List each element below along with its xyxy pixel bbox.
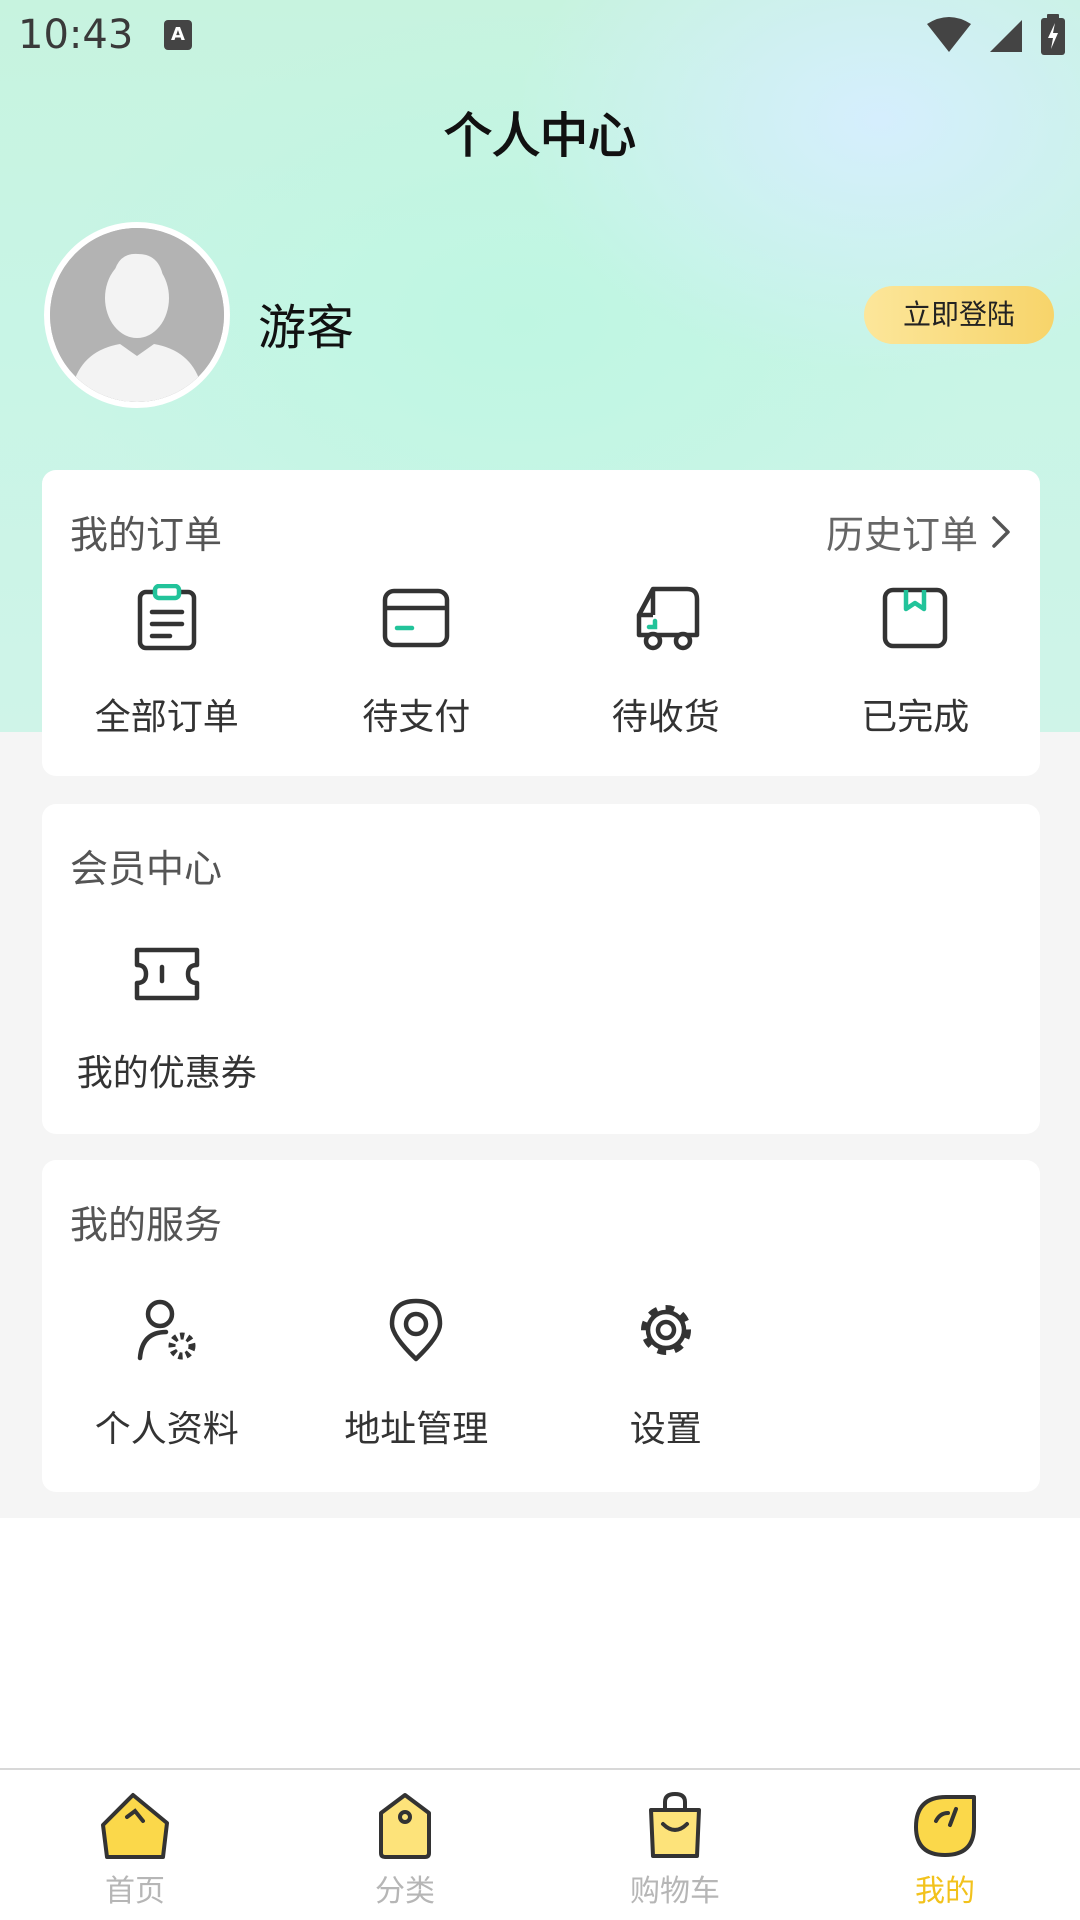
order-pending-receipt-button[interactable]: 待收货 [541, 582, 791, 740]
signal-icon [990, 20, 1022, 52]
keyboard-indicator-icon: A [164, 20, 192, 50]
gear-icon [630, 1294, 702, 1366]
coupons-label: 我的优惠券 [76, 1053, 257, 1094]
box-icon [879, 582, 951, 654]
profile-icon [907, 1790, 983, 1862]
order-pending-payment-label: 待支付 [362, 697, 471, 738]
tab-mine-label: 我的 [915, 1874, 975, 1909]
member-card: 会员中心 我的优惠券 [42, 804, 1040, 1134]
settings-label: 设置 [629, 1409, 702, 1450]
truck-icon [630, 582, 702, 654]
card-icon [380, 582, 452, 654]
page-title: 个人中心 [443, 108, 636, 164]
order-pending-payment-button[interactable]: 待支付 [292, 582, 542, 740]
avatar[interactable] [44, 222, 230, 408]
user-settings-icon [131, 1294, 203, 1366]
tab-cart-label: 购物车 [630, 1874, 720, 1909]
wifi-icon [927, 17, 971, 52]
tab-mine[interactable]: 我的 [810, 1770, 1080, 1920]
tab-cart[interactable]: 购物车 [540, 1770, 810, 1920]
history-orders-label: 历史订单 [825, 513, 978, 557]
bag-icon [637, 1790, 713, 1862]
orders-title: 我的订单 [70, 513, 223, 557]
order-completed-label: 已完成 [861, 697, 970, 738]
status-time: 10:43 [18, 12, 134, 58]
home-icon [97, 1790, 173, 1862]
tab-category[interactable]: 分类 [270, 1770, 540, 1920]
tag-icon [367, 1790, 443, 1862]
address-management-button[interactable]: 地址管理 [292, 1294, 542, 1452]
coupons-button[interactable]: 我的优惠券 [42, 938, 292, 1096]
status-icons [926, 14, 1066, 56]
status-bar: 10:43 A [0, 0, 1080, 72]
order-completed-button[interactable]: 已完成 [791, 582, 1041, 740]
address-management-label: 地址管理 [344, 1409, 489, 1450]
tab-home[interactable]: 首页 [0, 1770, 270, 1920]
location-icon [380, 1294, 452, 1366]
services-card: 我的服务 个人资料 地址管理 设置 [42, 1160, 1040, 1492]
username: 游客 [258, 300, 355, 356]
clipboard-icon [131, 582, 203, 654]
order-all-button[interactable]: 全部订单 [42, 582, 292, 740]
orders-card: 我的订单 历史订单 全部订单 待支付 待收货 已完成 [42, 470, 1040, 776]
battery-icon [1041, 14, 1065, 55]
orders-row: 全部订单 待支付 待收货 已完成 [42, 582, 1040, 740]
order-all-label: 全部订单 [94, 697, 239, 738]
member-row: 我的优惠券 [42, 938, 1040, 1096]
tab-category-label: 分类 [375, 1874, 435, 1909]
history-orders-link[interactable]: 历史订单 [826, 504, 1012, 559]
profile-info-button[interactable]: 个人资料 [42, 1294, 292, 1452]
profile-info-label: 个人资料 [94, 1409, 239, 1450]
default-avatar-icon [50, 228, 224, 402]
ticket-icon [131, 938, 203, 1010]
bottom-tab-bar: 首页 分类 购物车 我的 [0, 1768, 1080, 1920]
order-pending-receipt-label: 待收货 [611, 697, 720, 738]
settings-button[interactable]: 设置 [541, 1294, 791, 1452]
chevron-right-icon [992, 515, 1010, 548]
services-row: 个人资料 地址管理 设置 [42, 1294, 1040, 1452]
login-button[interactable]: 立即登陆 [864, 286, 1054, 344]
member-title: 会员中心 [70, 847, 223, 891]
tab-home-label: 首页 [105, 1874, 165, 1909]
services-title: 我的服务 [70, 1203, 223, 1247]
